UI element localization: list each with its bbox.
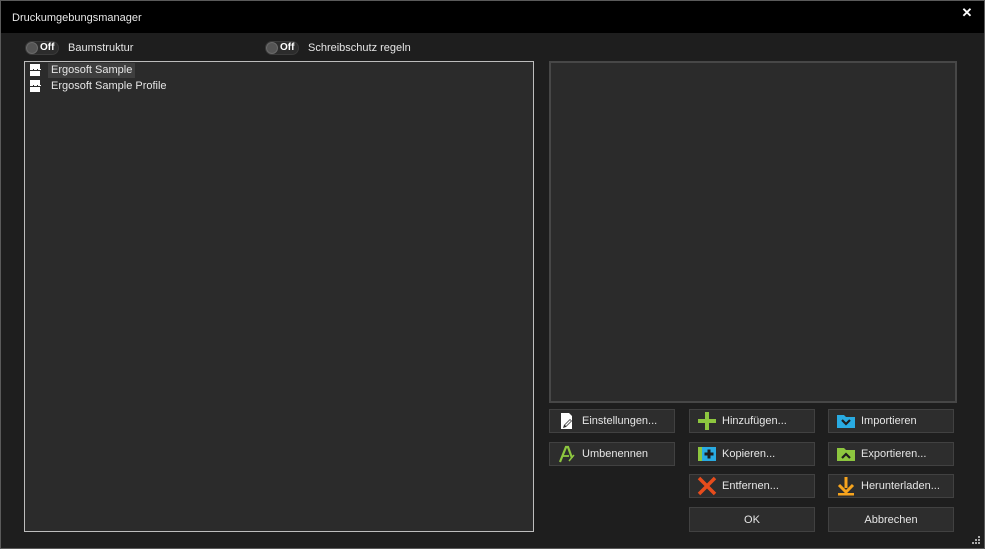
readonly-toggle[interactable]: Off [265,41,299,55]
toggle-knob [266,42,278,54]
tree-item-ergosoft-sample[interactable]: Ergosoft Sample [30,63,136,78]
import-button[interactable]: Importieren [828,409,954,433]
dialog-window: Druckumgebungsmanager ✕ Off Baumstruktur… [0,0,985,549]
resize-grip-icon[interactable] [970,534,980,544]
toggle-state: Off [40,42,55,53]
close-icon: ✕ [961,5,973,20]
folder-export-icon [836,444,856,464]
copy-button[interactable]: Kopieren... [689,442,815,466]
environment-tree[interactable]: Ergosoft Sample Ergosoft Sample Profile [24,61,534,532]
rename-icon [557,444,577,464]
window-title: Druckumgebungsmanager [12,12,142,24]
rename-button[interactable]: Umbenennen [549,442,675,466]
copy-icon [697,444,717,464]
tree-item-label: Ergosoft Sample [48,63,136,78]
settings-button[interactable]: Einstellungen... [549,409,675,433]
add-button[interactable]: Hinzufügen... [689,409,815,433]
copy-button-label: Kopieren... [722,448,776,460]
toggle-state: Off [280,42,295,53]
cancel-button-label: Abbrechen [864,513,918,526]
close-button[interactable]: ✕ [957,4,977,22]
title-bar[interactable]: Druckumgebungsmanager ✕ [1,1,984,33]
tree-structure-label: Baumstruktur [68,42,134,54]
tree-item-label: Ergosoft Sample Profile [51,80,167,92]
readonly-toggle-group: Off Schreibschutz regeln [265,41,411,55]
preview-panel [549,61,957,403]
add-button-label: Hinzufügen... [722,415,787,427]
readonly-label: Schreibschutz regeln [308,42,411,54]
ok-button-label: OK [744,513,760,526]
cancel-button[interactable]: Abbrechen [828,507,954,532]
ok-button[interactable]: OK [689,507,815,532]
import-button-label: Importieren [861,415,917,427]
remove-button[interactable]: Entfernen... [689,474,815,498]
download-button-label: Herunterladen... [861,480,940,492]
tree-structure-toggle[interactable]: Off [25,41,59,55]
export-button-label: Exportieren... [861,448,927,460]
download-arrow-icon [836,476,856,496]
document-icon [30,64,42,77]
tree-structure-toggle-group: Off Baumstruktur [25,41,133,55]
toggle-knob [26,42,38,54]
settings-button-label: Einstellungen... [582,415,658,427]
document-icon [30,80,42,93]
edit-document-icon [557,411,577,431]
plus-icon [697,411,717,431]
remove-button-label: Entfernen... [722,480,779,492]
tree-item-ergosoft-sample-profile[interactable]: Ergosoft Sample Profile [30,79,170,94]
download-button[interactable]: Herunterladen... [828,474,954,498]
rename-button-label: Umbenennen [582,448,649,460]
export-button[interactable]: Exportieren... [828,442,954,466]
folder-import-icon [836,411,856,431]
remove-x-icon [697,476,717,496]
